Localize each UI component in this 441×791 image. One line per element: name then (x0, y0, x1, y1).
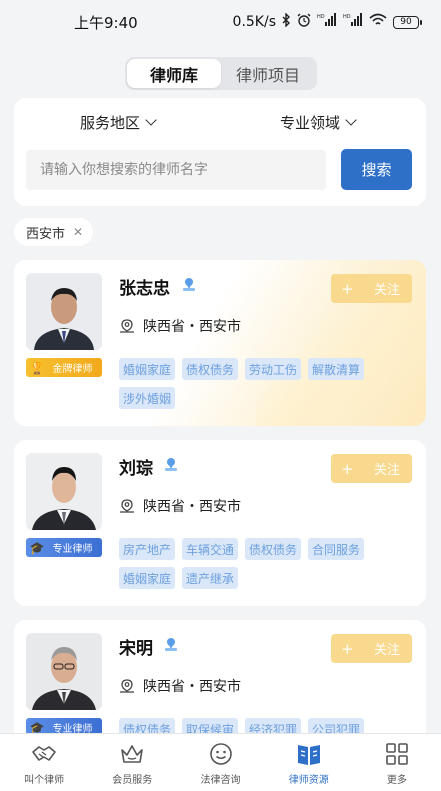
lawyer-location: 陕西省・西安市 (119, 676, 241, 696)
location-icon (120, 499, 134, 513)
practice-tag: 合同服务 (308, 538, 365, 560)
smiley-icon (209, 742, 232, 765)
practice-tag: 劳动工伤 (245, 358, 302, 380)
network-speed: 0.5K/s (232, 14, 276, 30)
avatar (26, 273, 102, 350)
lawyer-card[interactable]: 🎓 专业律师 刘琮 + 关注 陕西省・西安市 房产地产 车辆交通 债权债务 合同… (14, 440, 426, 606)
signal-hd-icon: HD (317, 13, 337, 31)
chevron-down-icon (345, 114, 357, 126)
tab-lawyer-library[interactable]: 律师库 (127, 59, 221, 88)
practice-tag: 婚姻家庭 (119, 358, 176, 380)
practice-tag: 婚姻家庭 (119, 567, 176, 589)
practice-tag: 遗产继承 (182, 567, 239, 589)
location-icon (120, 319, 134, 333)
tab-switcher: 律师库 律师项目 (125, 57, 317, 90)
field-dropdown[interactable]: 专业领域 (280, 112, 357, 133)
plus-icon: + (341, 639, 354, 658)
region-dropdown[interactable]: 服务地区 (80, 112, 157, 133)
tab-lawyer-projects[interactable]: 律师项目 (221, 59, 315, 88)
book-icon (297, 744, 320, 765)
practice-tag: 车辆交通 (182, 538, 239, 560)
crown-icon (121, 744, 144, 763)
wifi-icon (369, 13, 387, 31)
handshake-icon (32, 745, 56, 761)
trophy-icon: 🏆 (29, 360, 45, 375)
close-icon[interactable]: ✕ (73, 225, 83, 239)
practice-tag: 涉外婚姻 (119, 387, 176, 409)
verified-icon (165, 638, 177, 651)
practice-tag: 债权债务 (182, 358, 239, 380)
chevron-down-icon (145, 114, 157, 126)
status-time: 上午9:40 (74, 13, 138, 32)
practice-tags: 婚姻家庭 债权债务 劳动工伤 解散清算 涉外婚姻 (119, 358, 419, 409)
bluetooth-icon (282, 12, 291, 31)
avatar (26, 633, 102, 710)
grid-icon (386, 742, 408, 765)
status-badge: 🎓 专业律师 (26, 538, 102, 557)
practice-tag: 房产地产 (119, 538, 176, 560)
lawyer-card[interactable]: 🏆 金牌律师 张志忠 + 关注 陕西省・西安市 婚姻家庭 债权债务 劳动工伤 解… (14, 260, 426, 426)
plus-icon: + (341, 279, 354, 298)
practice-tags: 房产地产 车辆交通 债权债务 合同服务 婚姻家庭 遗产继承 (119, 538, 419, 589)
filter-card: 服务地区 专业领域 搜索 (14, 98, 426, 206)
search-input[interactable] (26, 150, 326, 190)
alarm-icon (297, 13, 311, 31)
avatar (26, 453, 102, 530)
bottom-nav: 叫个律师 会员服务 法律咨询 律师资源 更多 (0, 733, 441, 791)
region-label: 服务地区 (80, 114, 141, 132)
status-icons: 0.5K/s HD HD 90 (232, 12, 422, 31)
follow-button[interactable]: + 关注 (331, 274, 412, 303)
verified-icon (183, 278, 195, 291)
signal-hd-icon-2: HD (343, 13, 363, 31)
search-button[interactable]: 搜索 (341, 149, 412, 190)
lawyer-name: 刘琮 (119, 459, 153, 479)
follow-button[interactable]: + 关注 (331, 634, 412, 663)
chip-label: 西安市 (26, 226, 66, 242)
practice-tag: 债权债务 (245, 538, 302, 560)
battery-icon: 90 (393, 15, 422, 29)
practice-tag: 解散清算 (308, 358, 365, 380)
lawyer-name: 张志忠 (119, 279, 170, 299)
nav-item-call-lawyer[interactable]: 叫个律师 (0, 734, 88, 791)
lawyer-name: 宋明 (119, 639, 153, 659)
plus-icon: + (341, 459, 354, 478)
filter-chip-city[interactable]: 西安市 ✕ (14, 218, 94, 246)
graduation-cap-icon: 🎓 (29, 540, 45, 555)
verified-icon (165, 458, 177, 471)
svg-text:HD: HD (317, 14, 325, 20)
nav-item-membership[interactable]: 会员服务 (88, 734, 176, 791)
nav-item-more[interactable]: 更多 (353, 734, 441, 791)
nav-item-legal-consult[interactable]: 法律咨询 (176, 734, 264, 791)
lawyer-location: 陕西省・西安市 (119, 316, 241, 336)
svg-text:HD: HD (343, 14, 351, 20)
field-label: 专业领域 (280, 114, 341, 132)
location-icon (120, 679, 134, 693)
lawyer-location: 陕西省・西安市 (119, 496, 241, 516)
status-badge: 🏆 金牌律师 (26, 358, 102, 377)
follow-button[interactable]: + 关注 (331, 454, 412, 483)
nav-item-lawyer-resources[interactable]: 律师资源 (265, 734, 353, 791)
status-bar: 上午9:40 0.5K/s HD HD 90 (0, 0, 441, 44)
